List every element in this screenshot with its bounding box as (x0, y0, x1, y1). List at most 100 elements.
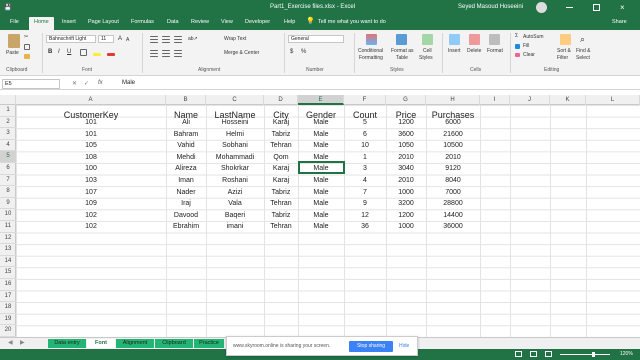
save-icon[interactable]: 💾 (4, 4, 11, 11)
currency-button[interactable]: $ (290, 49, 293, 55)
minimize-icon[interactable] (566, 7, 573, 8)
name-box[interactable]: E5 (2, 79, 60, 89)
normal-view-icon[interactable] (515, 351, 522, 357)
cell-purchases[interactable]: 10500 (426, 142, 480, 149)
cell-price[interactable]: 1000 (386, 189, 426, 196)
font-name-select[interactable]: Bahnschrift Light (46, 35, 96, 43)
tab-developer[interactable]: Developer (245, 19, 270, 25)
cell-city[interactable]: Tehran (264, 142, 298, 149)
italic-button[interactable]: I (58, 49, 60, 55)
column-header-b[interactable]: B (166, 95, 206, 105)
sheet-tab-practice[interactable]: Practice (194, 339, 224, 348)
column-header-g[interactable]: G (386, 95, 426, 105)
shrink-font-icon[interactable]: A (126, 37, 129, 43)
cell-count[interactable]: 9 (344, 200, 386, 207)
column-header-i[interactable]: I (480, 95, 510, 105)
cell-city[interactable]: Tehran (264, 200, 298, 207)
cell-count[interactable]: 7 (344, 189, 386, 196)
font-color-icon[interactable] (107, 53, 115, 56)
cell-gender[interactable]: Male (298, 200, 344, 207)
cell-city[interactable]: Karaj (264, 177, 298, 184)
cell-name[interactable]: Alireza (166, 165, 206, 172)
row-header-15[interactable]: 15 (0, 267, 16, 279)
tab-help[interactable]: Help (284, 19, 295, 25)
maximize-icon[interactable] (593, 4, 600, 11)
cell-name[interactable]: Davood (166, 212, 206, 219)
cell-customerkey[interactable]: 108 (16, 154, 166, 161)
column-header-f[interactable]: F (344, 95, 386, 105)
bold-button[interactable]: B (48, 49, 52, 55)
zoom-slider[interactable] (560, 354, 610, 355)
cell-name[interactable]: Iraj (166, 200, 206, 207)
sort-filter-icon[interactable] (560, 34, 571, 45)
clear-button[interactable]: Clear (523, 52, 535, 58)
cell-lastname[interactable]: imani (206, 223, 264, 230)
zoom-slider-thumb[interactable] (592, 352, 595, 357)
cell-city[interactable]: Tabriz (264, 131, 298, 138)
delete-cells-icon[interactable] (469, 34, 480, 45)
grow-font-icon[interactable]: A (118, 36, 122, 42)
cell-purchases[interactable]: 7000 (426, 189, 480, 196)
percent-button[interactable]: % (301, 49, 306, 55)
paste-button[interactable]: Paste (6, 50, 19, 56)
cell-lastname[interactable]: Azizi (206, 189, 264, 196)
bottom-align-icon[interactable] (174, 36, 182, 37)
cell-customerkey[interactable]: 102 (16, 223, 166, 230)
row-header-13[interactable]: 13 (0, 244, 16, 256)
row-header-3[interactable]: 3 (0, 128, 16, 140)
page-break-view-icon[interactable] (545, 351, 552, 357)
cell-customerkey[interactable]: 103 (16, 177, 166, 184)
conditional-formatting-button[interactable]: Conditional (358, 48, 383, 54)
cell-price[interactable]: 3600 (386, 131, 426, 138)
cell-gender[interactable]: Male (298, 119, 344, 126)
cell-customerkey[interactable]: 109 (16, 200, 166, 207)
column-header-d[interactable]: D (264, 95, 298, 105)
cell-name[interactable]: Mehdi (166, 154, 206, 161)
cell-name[interactable]: Ebrahim (166, 223, 206, 230)
tab-review[interactable]: Review (191, 19, 209, 25)
sheet-tab-alignment[interactable]: Alignment (116, 339, 154, 348)
autosum-icon[interactable]: Σ (515, 33, 518, 39)
orientation-icon[interactable]: ab↗ (188, 36, 198, 42)
sheet-tab-data-entry[interactable]: Data entry (48, 339, 86, 348)
cell-styles-icon[interactable] (422, 34, 433, 45)
next-sheet-icon[interactable]: ▶ (20, 339, 25, 346)
select-all-corner[interactable] (0, 95, 16, 105)
align-center-icon[interactable] (162, 50, 170, 51)
cell-purchases[interactable]: 2010 (426, 154, 480, 161)
row-header-16[interactable]: 16 (0, 279, 16, 291)
cell-lastname[interactable]: Mohammadi (206, 154, 264, 161)
borders-icon[interactable] (80, 49, 87, 56)
cell-count[interactable]: 3 (344, 165, 386, 172)
row-header-10[interactable]: 10 (0, 209, 16, 221)
cell-price[interactable]: 1050 (386, 142, 426, 149)
cell-price[interactable]: 3040 (386, 165, 426, 172)
cell-city[interactable]: Tehran (264, 223, 298, 230)
close-icon[interactable]: × (620, 3, 625, 12)
cell-customerkey[interactable]: 102 (16, 212, 166, 219)
row-header-5[interactable]: 5 (0, 151, 16, 163)
sheet-tab-clipboard[interactable]: Clipboard (155, 339, 193, 348)
cell-city[interactable]: Tabriz (264, 212, 298, 219)
sheet-tab-font[interactable]: Font (87, 339, 115, 348)
cell-gender[interactable]: Male (298, 212, 344, 219)
tab-view[interactable]: View (221, 19, 233, 25)
cell-gender[interactable]: Male (298, 189, 344, 196)
row-header-11[interactable]: 11 (0, 221, 16, 233)
cell-name[interactable]: Iman (166, 177, 206, 184)
fx-button[interactable]: fx (98, 80, 103, 86)
cell-purchases[interactable]: 36000 (426, 223, 480, 230)
cell-name[interactable]: Bahram (166, 131, 206, 138)
cell-customerkey[interactable]: 105 (16, 142, 166, 149)
wrap-text-button[interactable]: Wrap Text (224, 36, 246, 42)
cell-count[interactable]: 4 (344, 177, 386, 184)
cell-purchases[interactable]: 28800 (426, 200, 480, 207)
avatar[interactable] (536, 2, 547, 13)
cell-gender[interactable]: Male (298, 177, 344, 184)
cell-customerkey[interactable]: 101 (16, 131, 166, 138)
cell-lastname[interactable]: Baqeri (206, 212, 264, 219)
stop-sharing-button[interactable]: Stop sharing (349, 341, 393, 352)
fill-button[interactable]: Fill (523, 43, 529, 49)
tab-home[interactable]: Home (29, 17, 54, 31)
cell-city[interactable]: Tabriz (264, 189, 298, 196)
